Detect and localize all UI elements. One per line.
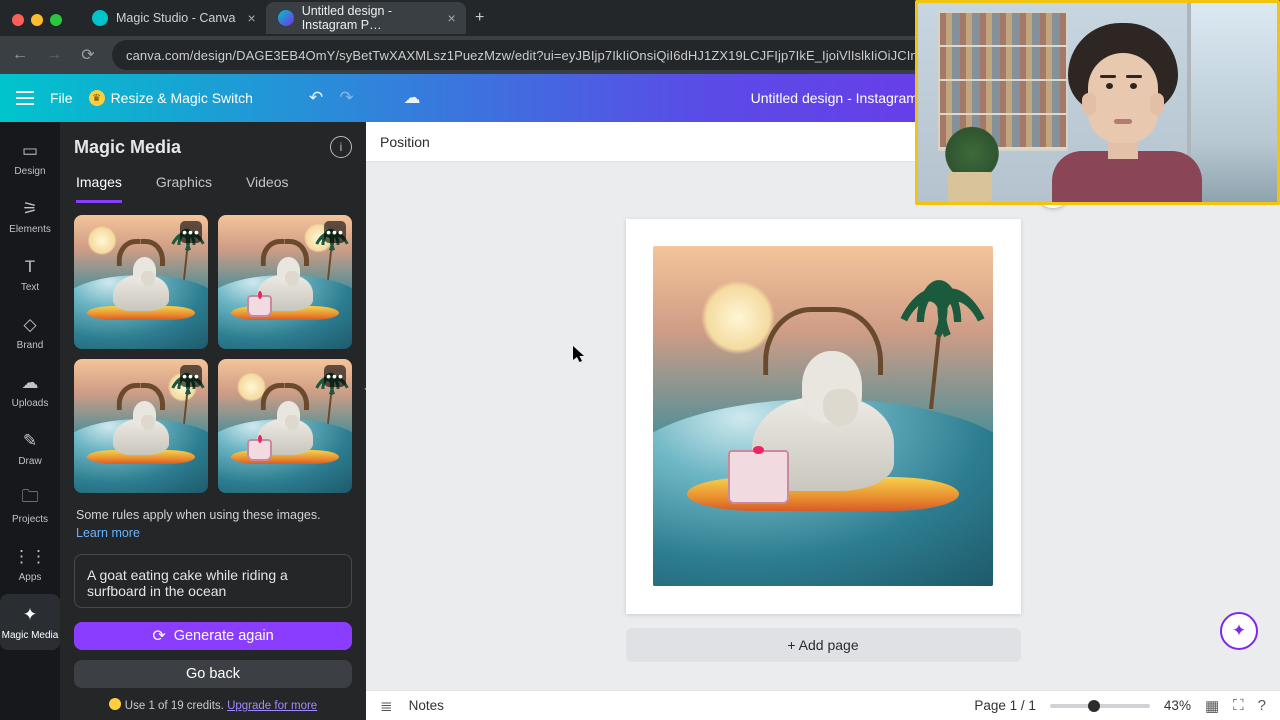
- rail-item-elements[interactable]: ⚞ Elements: [0, 188, 60, 244]
- rail-item-uploads[interactable]: ☁ Uploads: [0, 362, 60, 418]
- rail-label: Projects: [12, 514, 48, 525]
- window-traffic-lights[interactable]: [12, 14, 62, 26]
- rail-icon: ✎: [19, 430, 41, 452]
- generated-thumb-1[interactable]: •••: [74, 215, 208, 349]
- new-tab-button[interactable]: +: [466, 4, 494, 32]
- rail-item-text[interactable]: T Text: [0, 246, 60, 302]
- cloud-sync-icon[interactable]: ☁: [403, 88, 420, 108]
- media-type-tabs: Images Graphics Videos: [74, 174, 352, 203]
- rail-icon: ☁: [19, 372, 41, 394]
- generate-label: Generate again: [174, 628, 274, 644]
- grid-view-icon[interactable]: ▦: [1205, 697, 1219, 715]
- generated-thumb-4[interactable]: •••: [218, 359, 352, 493]
- rail-icon: 🗀: [19, 488, 41, 510]
- rail-label: Elements: [9, 224, 51, 235]
- notes-button[interactable]: Notes: [409, 698, 444, 713]
- file-menu[interactable]: File: [50, 90, 73, 106]
- tab-untitled-design[interactable]: Untitled design - Instagram P… ×: [266, 2, 466, 34]
- learn-more-link[interactable]: Learn more: [76, 526, 140, 540]
- thumb-more-icon[interactable]: •••: [324, 365, 346, 387]
- rail-icon: ◇: [19, 314, 41, 336]
- prompt-input[interactable]: A goat eating cake while riding a surfbo…: [74, 554, 352, 608]
- regenerate-icon: ⟳: [152, 626, 165, 646]
- design-page[interactable]: [626, 219, 1021, 614]
- magic-media-panel: Magic Media i ImagesGraphicsVideos •••••…: [60, 122, 366, 720]
- page-counter[interactable]: Page 1 / 1: [974, 698, 1036, 713]
- credits-note: Use 1 of 19 credits. Upgrade for more: [74, 698, 352, 712]
- help-icon[interactable]: ?: [1258, 697, 1266, 714]
- generated-thumb-3[interactable]: •••: [74, 359, 208, 493]
- rail-item-apps[interactable]: ⋮⋮ Apps: [0, 536, 60, 592]
- rail-label: Uploads: [12, 398, 49, 409]
- prompt-text: A goat eating cake while riding a surfbo…: [87, 567, 288, 599]
- notes-icon: ≣: [380, 697, 393, 715]
- rules-note: Some rules apply when using these images…: [76, 507, 350, 542]
- info-icon[interactable]: i: [330, 136, 352, 158]
- tab-title: Untitled design - Instagram P…: [302, 4, 436, 32]
- left-icon-rail: ▭ Design ⚞ Elements T Text ◇ Brand ☁ Uploads ✎ Draw…: [0, 122, 60, 720]
- thumb-more-icon[interactable]: •••: [180, 221, 202, 243]
- rail-label: Brand: [17, 340, 44, 351]
- tab-magic-studio[interactable]: Magic Studio - Canva ×: [80, 2, 266, 34]
- rail-item-design[interactable]: ▭ Design: [0, 130, 60, 186]
- webcam-overlay: [915, 0, 1280, 205]
- generate-again-button[interactable]: ⟳ Generate again: [74, 622, 352, 650]
- rail-icon: T: [19, 256, 41, 278]
- rail-icon: ⚞: [19, 198, 41, 220]
- rail-label: Apps: [19, 572, 42, 583]
- generated-image[interactable]: [653, 246, 993, 586]
- resize-label: Resize & Magic Switch: [111, 90, 253, 106]
- rail-item-draw[interactable]: ✎ Draw: [0, 420, 60, 476]
- zoom-level[interactable]: 43%: [1164, 698, 1191, 713]
- generated-thumb-2[interactable]: •••: [218, 215, 352, 349]
- menu-icon[interactable]: [16, 91, 34, 105]
- rail-item-magic-media[interactable]: ✦ Magic Media: [0, 594, 60, 650]
- fullscreen-icon[interactable]: ⛶: [1233, 697, 1244, 714]
- generated-thumbnails: ••• ••• ••• •••: [74, 215, 352, 493]
- goback-label: Go back: [186, 666, 240, 682]
- canva-assistant-fab[interactable]: ✦: [1220, 612, 1258, 650]
- crown-icon: ♛: [89, 90, 105, 106]
- panel-title: Magic Media: [74, 137, 181, 158]
- media-tab-videos[interactable]: Videos: [246, 174, 289, 203]
- close-tab-icon[interactable]: ×: [448, 10, 456, 26]
- crown-icon: [109, 698, 121, 710]
- rail-item-projects[interactable]: 🗀 Projects: [0, 478, 60, 534]
- media-tab-graphics[interactable]: Graphics: [156, 174, 212, 203]
- undo-button[interactable]: ↶: [309, 88, 323, 108]
- rail-label: Design: [14, 166, 45, 177]
- thumb-more-icon[interactable]: •••: [324, 221, 346, 243]
- rail-icon: ▭: [19, 140, 41, 162]
- mouse-cursor: [573, 346, 585, 364]
- canvas-stage[interactable]: ⟳ + Add page ✦: [366, 162, 1280, 690]
- rail-label: Draw: [18, 456, 41, 467]
- add-page-button[interactable]: + Add page: [626, 628, 1021, 662]
- rail-icon: ✦: [19, 604, 41, 626]
- redo-button[interactable]: ↷: [339, 88, 353, 108]
- media-tab-images[interactable]: Images: [76, 174, 122, 203]
- footer-bar: ≣ Notes Page 1 / 1 43% ▦ ⛶ ?: [366, 690, 1280, 720]
- zoom-slider[interactable]: [1050, 704, 1150, 708]
- rail-label: Magic Media: [2, 630, 59, 641]
- close-tab-icon[interactable]: ×: [248, 10, 256, 26]
- back-button[interactable]: ←: [10, 46, 30, 64]
- reload-button[interactable]: ⟳: [78, 45, 98, 65]
- thumb-more-icon[interactable]: •••: [180, 365, 202, 387]
- rail-item-brand[interactable]: ◇ Brand: [0, 304, 60, 360]
- tab-title: Magic Studio - Canva: [116, 11, 236, 25]
- rail-label: Text: [21, 282, 39, 293]
- forward-button[interactable]: →: [44, 46, 64, 64]
- resize-magic-switch-button[interactable]: ♛ Resize & Magic Switch: [89, 90, 253, 106]
- canva-favicon-icon: [278, 10, 294, 26]
- url-text: canva.com/design/DAGE3EB4OmY/syBetTwXAXM…: [126, 48, 982, 63]
- maximize-dot[interactable]: [50, 14, 62, 26]
- upgrade-link[interactable]: Upgrade for more: [227, 700, 317, 712]
- rail-icon: ⋮⋮: [19, 546, 41, 568]
- position-button[interactable]: Position: [380, 134, 430, 150]
- go-back-button[interactable]: Go back: [74, 660, 352, 688]
- close-dot[interactable]: [12, 14, 24, 26]
- canvas-area: Position ⟳ + Add page ✦: [366, 122, 1280, 690]
- minimize-dot[interactable]: [31, 14, 43, 26]
- canva-favicon-icon: [92, 10, 108, 26]
